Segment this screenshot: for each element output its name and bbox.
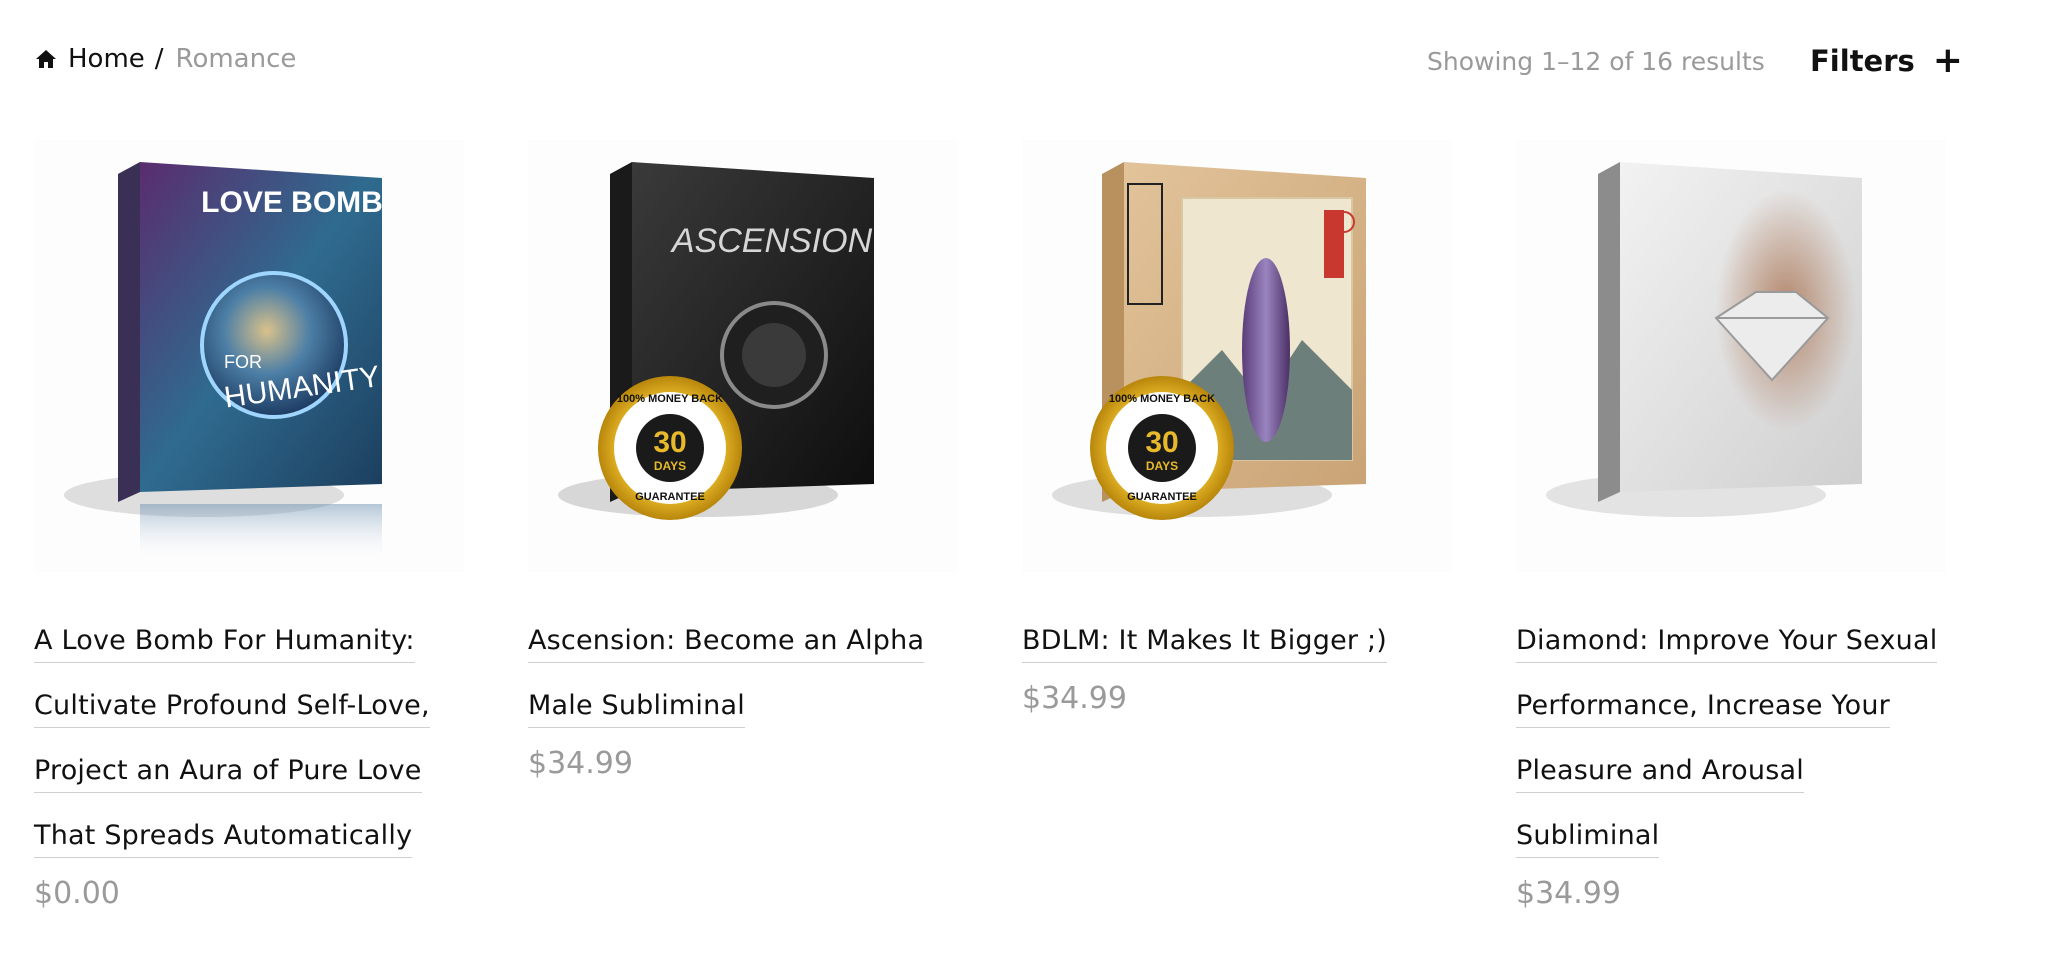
- product-price: $0.00: [34, 876, 120, 911]
- top-bar: Home / Romance Showing 1–12 of 16 result…: [34, 43, 2064, 84]
- box-subtitle-text: FOR: [224, 352, 262, 372]
- badge-bottom-text: GUARANTEE: [1127, 491, 1197, 503]
- badge-top-text: 100% MONEY BACK: [1109, 393, 1215, 405]
- product-price: $34.99: [1022, 681, 1127, 716]
- product-image-link[interactable]: [1516, 140, 1946, 572]
- plus-icon: +: [1932, 40, 1963, 81]
- product-box-image: [1546, 162, 1862, 517]
- box-title-text: LOVE BOMB: [201, 186, 383, 219]
- filters-label: Filters: [1810, 44, 1915, 78]
- breadcrumb-home-link[interactable]: Home: [68, 44, 145, 74]
- results-count: Showing 1–12 of 16 results: [1427, 47, 1765, 76]
- filters-button[interactable]: Filters +: [1810, 43, 1963, 79]
- product-price: $34.99: [528, 746, 633, 781]
- box-title-text: ASCENSION: [670, 222, 873, 260]
- home-icon[interactable]: [34, 47, 58, 71]
- product-card: Diamond: Improve Your Sexual Performance…: [1516, 140, 1946, 911]
- product-box-image: 100% MONEY BACK 30 DAYS GUARANTEE: [1052, 162, 1366, 520]
- badge-top-text: 100% MONEY BACK: [617, 393, 723, 405]
- badge-number-text: 30: [1145, 426, 1178, 459]
- product-box-image: LOVE BOMB FOR HUMANITY: [64, 162, 383, 564]
- product-card: ASCENSION 100% MONEY BACK 30 DAYS GUARAN…: [528, 140, 958, 781]
- breadcrumb-separator: /: [154, 44, 164, 74]
- product-title-link[interactable]: BDLM: It Makes It Bigger ;): [1022, 625, 1387, 663]
- badge-unit-text: DAYS: [1146, 459, 1178, 473]
- badge-number-text: 30: [653, 426, 686, 459]
- product-card: 100% MONEY BACK 30 DAYS GUARANTEE BDLM: …: [1022, 140, 1452, 716]
- product-title-link[interactable]: A Love Bomb For Humanity: Cultivate Prof…: [34, 625, 430, 858]
- badge-unit-text: DAYS: [654, 459, 686, 473]
- product-title-link[interactable]: Ascension: Become an Alpha Male Sublimin…: [528, 625, 925, 728]
- product-image-link[interactable]: ASCENSION 100% MONEY BACK 30 DAYS GUARAN…: [528, 140, 958, 572]
- breadcrumb-current: Romance: [175, 44, 297, 74]
- product-card: LOVE BOMB FOR HUMANITY A Love Bomb For H…: [34, 140, 464, 911]
- product-title-link[interactable]: Diamond: Improve Your Sexual Performance…: [1516, 625, 1938, 858]
- product-box-image: ASCENSION 100% MONEY BACK 30 DAYS GUARAN…: [558, 162, 874, 520]
- product-image-link[interactable]: 100% MONEY BACK 30 DAYS GUARANTEE: [1022, 140, 1452, 572]
- badge-bottom-text: GUARANTEE: [635, 491, 705, 503]
- money-back-badge: 100% MONEY BACK 30 DAYS GUARANTEE: [598, 376, 742, 520]
- breadcrumb: Home / Romance: [34, 44, 296, 74]
- product-price: $34.99: [1516, 876, 1621, 911]
- money-back-badge: 100% MONEY BACK 30 DAYS GUARANTEE: [1090, 376, 1234, 520]
- product-image-link[interactable]: LOVE BOMB FOR HUMANITY: [34, 140, 464, 572]
